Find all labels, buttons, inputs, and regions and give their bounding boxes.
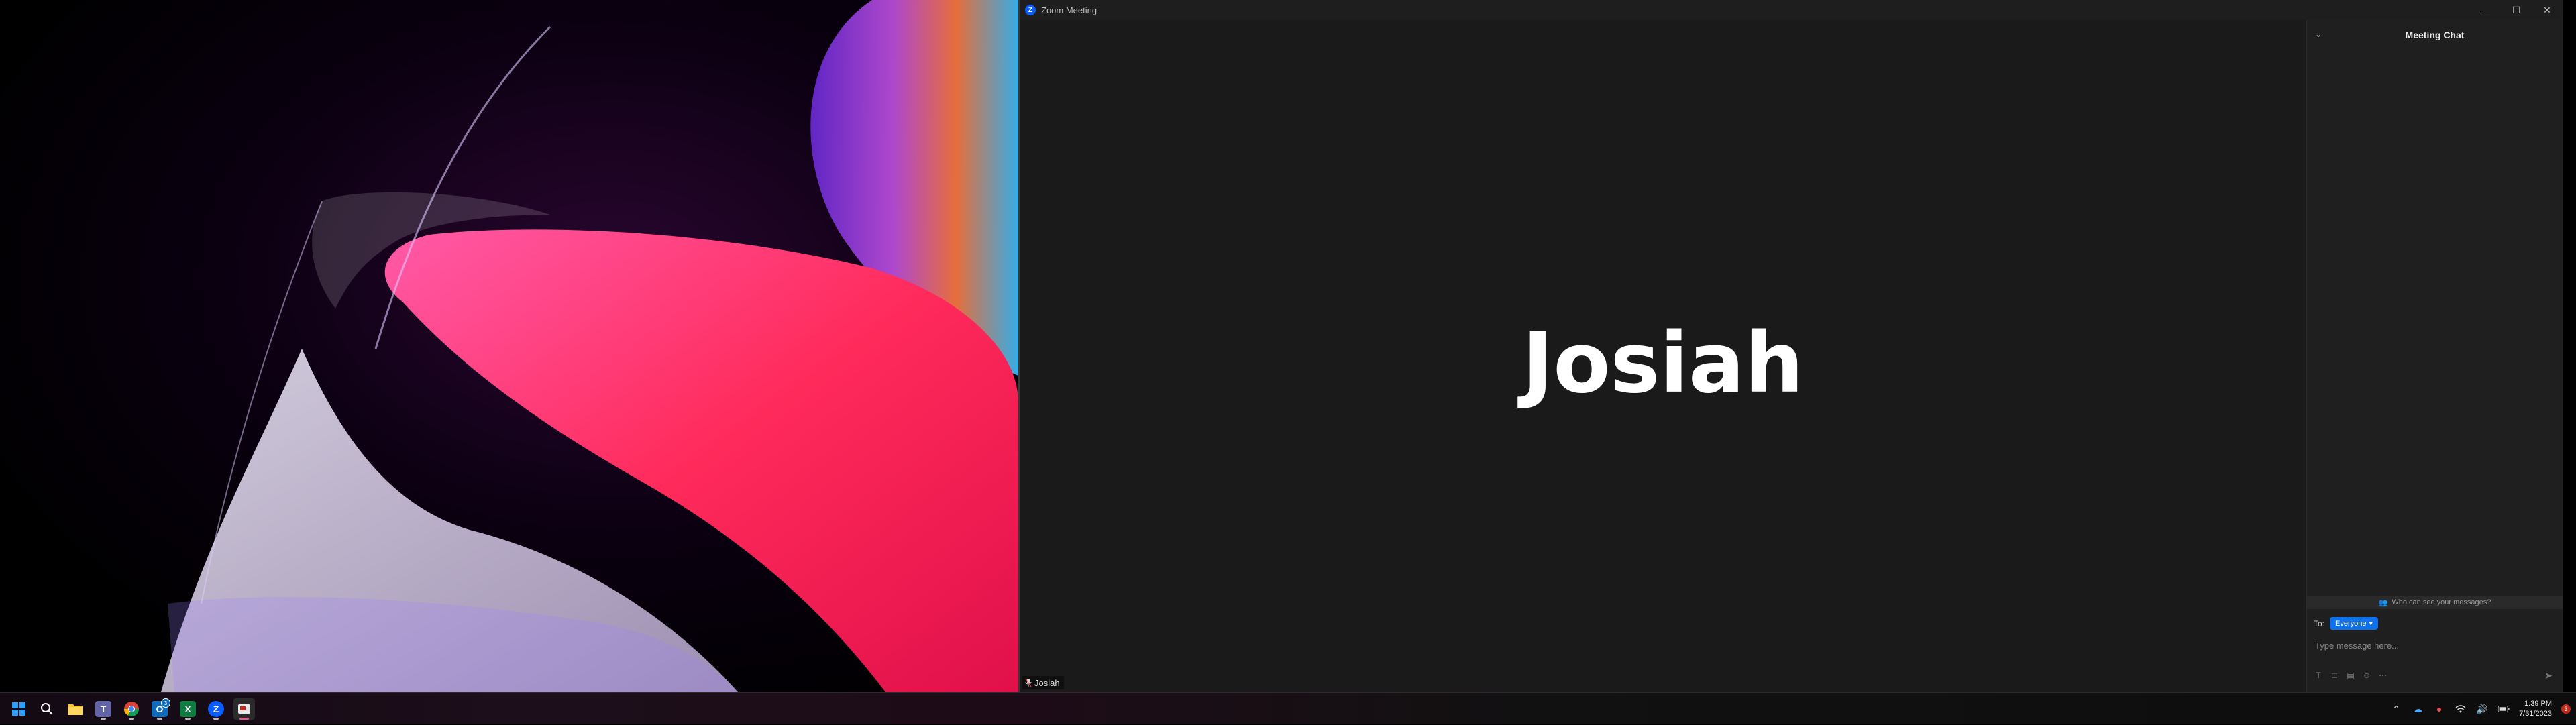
send-button[interactable]: ➤ [2542,669,2555,681]
taskbar-app-chrome[interactable] [121,698,142,720]
running-indicator [213,718,219,720]
taskbar-app-teams[interactable]: T [93,698,114,720]
message-visibility-link[interactable]: 👥 Who can see your messages? [2307,596,2563,609]
clock-date: 7/31/2023 [2519,710,2552,718]
running-indicator [157,718,162,720]
meeting-chat-panel: ⌄ Meeting Chat 👥 Who can see your messag… [2306,20,2563,692]
taskbar-clock[interactable]: 1:39 PM 7/31/2023 [2519,699,2552,719]
taskbar-app-zoom[interactable]: Z [205,698,227,720]
snipping-tool-icon [238,704,250,714]
clock-time: 1:39 PM [2524,700,2552,708]
excel-icon: X [180,701,196,717]
active-indicator [239,718,249,720]
zoom-icon: Z [208,701,224,717]
message-input[interactable] [2314,633,2558,657]
wifi-icon [2455,705,2466,713]
recipient-row: To: Everyone ▾ [2314,617,2379,630]
battery-icon[interactable] [2498,703,2510,715]
running-indicator [101,718,106,720]
search-icon [41,703,53,715]
visibility-prompt-text: Who can see your messages? [2392,598,2491,606]
recipient-value: Everyone [2335,619,2367,628]
more-icon[interactable]: ⋯ [2378,671,2387,680]
microphone-icon[interactable]: ● [2433,703,2445,715]
participant-tag-label: Josiah [1034,677,1060,688]
video-area[interactable]: Josiah Josiah [1020,20,2306,692]
system-tray: ⌃ ☁ ● 🔊 1:39 PM 7/31/2023 3 [2390,693,2571,725]
chat-header: ⌄ Meeting Chat [2307,20,2563,50]
chevron-up-icon[interactable]: ⌃ [2390,703,2402,715]
desktop-wallpaper [0,0,1018,692]
window-controls: — ☐ ✕ [2470,0,2563,20]
microphone-muted-icon [1025,678,1032,687]
taskbar-app-outlook[interactable]: O 3 [149,698,170,720]
screenshot-icon[interactable]: □ [2330,671,2339,680]
participant-name-tag: Josiah [1022,676,1064,689]
wallpaper-art [161,0,1018,692]
chat-toolbar: T □ ▤ ☺ ⋯ [2314,671,2387,680]
to-label: To: [2314,618,2325,628]
emoji-icon[interactable]: ☺ [2362,671,2371,680]
file-icon[interactable]: ▤ [2346,671,2355,680]
minimize-button[interactable]: — [2470,0,2501,20]
window-titlebar[interactable]: Z Zoom Meeting — ☐ ✕ [1020,0,2563,20]
close-button[interactable]: ✕ [2532,0,2563,20]
taskbar-app-snipping-tool[interactable] [233,698,255,720]
taskbar: T O 3 X Z ⌃ ☁ ● 🔊 1:39 PM 7/31/2023 3 [0,692,2576,724]
search-button[interactable] [36,698,58,720]
start-button[interactable] [8,698,30,720]
taskbar-app-excel[interactable]: X [177,698,199,720]
wifi-icon[interactable] [2455,703,2467,715]
people-icon: 👥 [2378,598,2388,607]
volume-icon[interactable]: 🔊 [2476,703,2488,715]
window-title: Zoom Meeting [1041,5,1097,15]
running-indicator [185,718,191,720]
chrome-icon [124,702,139,716]
teams-icon: T [95,701,111,717]
running-indicator [129,718,134,720]
format-icon[interactable]: T [2314,671,2323,680]
recipient-dropdown[interactable]: Everyone ▾ [2330,617,2379,630]
chat-title: Meeting Chat [2405,30,2465,40]
onedrive-icon[interactable]: ☁ [2412,703,2424,715]
taskbar-app-file-explorer[interactable] [64,698,86,720]
start-menu-icon [12,702,25,716]
battery-icon [2498,705,2510,713]
chevron-down-icon: ▾ [2369,620,2373,628]
file-explorer-icon [68,704,83,715]
zoom-logo-icon: Z [1025,5,1036,15]
participant-display-name: Josiah [1522,315,1804,412]
maximize-button[interactable]: ☐ [2501,0,2532,20]
outlook-badge: 3 [161,698,170,708]
taskbar-apps: T O 3 X Z [8,693,255,725]
zoom-meeting-window: Z Zoom Meeting — ☐ ✕ Josiah Josiah ⌄ Mee… [1018,0,2563,692]
notification-badge[interactable]: 3 [2561,704,2571,714]
